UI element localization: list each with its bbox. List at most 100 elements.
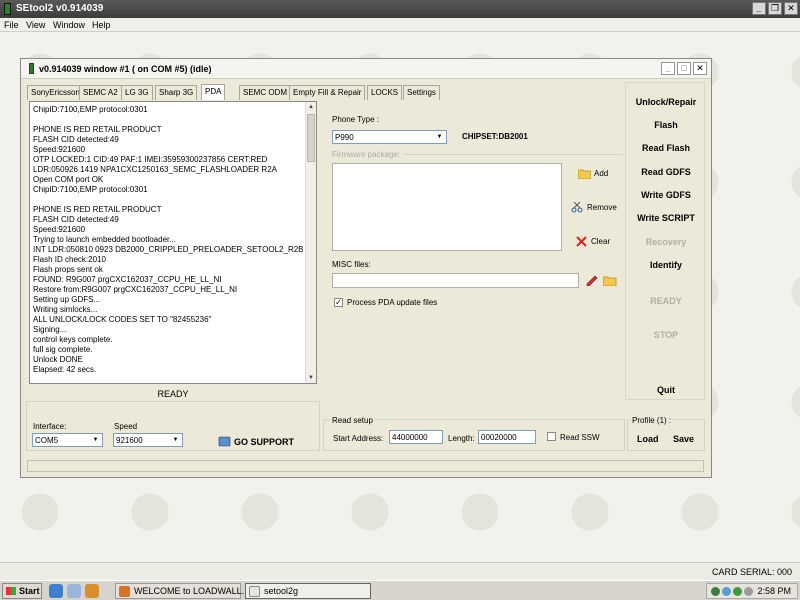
close-icon[interactable]: ✕ — [784, 2, 798, 15]
log-line: Restore from:R9G007 prgCXC162037_CCPU_HE… — [33, 285, 238, 294]
log-line: Speed:921600 — [33, 145, 86, 154]
log-line: OTP LOCKED:1 CID:49 PAF:1 IMEI:359593002… — [33, 155, 268, 164]
tab-settings[interactable]: Settings — [403, 85, 440, 100]
log-line: Flash props sent ok — [33, 265, 103, 274]
remove-label: Remove — [587, 203, 617, 212]
chevron-down-icon[interactable]: ▼ — [90, 435, 101, 445]
tool-window: v0.914039 window #1 ( on COM #5) (idle) … — [20, 58, 712, 478]
misc-files-input[interactable] — [332, 273, 579, 288]
length-input[interactable]: 00020000 — [478, 430, 536, 444]
quit-button[interactable]: Quit — [626, 385, 706, 395]
length-label: Length: — [448, 434, 475, 443]
app-icon — [4, 3, 11, 15]
speed-value: 921600 — [116, 436, 143, 445]
identify-button[interactable]: Identify — [626, 260, 706, 270]
log-line: full sig complete. — [33, 345, 93, 354]
log-scrollbar[interactable]: ▲ ▼ — [305, 102, 316, 383]
add-button[interactable]: Add — [578, 168, 608, 179]
log-line: Trying to launch embedded bootloader... — [33, 235, 176, 244]
log-line: PHONE IS RED RETAIL PRODUCT — [33, 205, 162, 214]
phone-type-select[interactable]: P990 ▼ — [332, 130, 447, 144]
read-gdfs-button[interactable]: Read GDFS — [626, 167, 706, 177]
tab-pda[interactable]: PDA — [201, 84, 226, 100]
phone-type-value: P990 — [335, 133, 354, 142]
desktop-icon[interactable] — [67, 584, 81, 598]
tab-sharp-3g[interactable]: Sharp 3G — [155, 85, 198, 100]
firmware-list[interactable] — [332, 163, 562, 251]
recovery-button[interactable]: Recovery — [626, 237, 706, 247]
chevron-down-icon[interactable]: ▼ — [434, 132, 445, 142]
edit-pencil-icon[interactable] — [585, 274, 598, 286]
read-ssw-checkbox[interactable] — [547, 432, 556, 441]
taskbar: Start WELCOME to LOADWALL... setool2g 2:… — [0, 580, 800, 600]
maximize-icon[interactable]: □ — [677, 62, 691, 75]
minimize-icon[interactable]: _ — [752, 2, 766, 15]
tool-window-title-bar: v0.914039 window #1 ( on COM #5) (idle) … — [21, 59, 711, 79]
flash-button[interactable]: Flash — [626, 120, 706, 130]
minimize-icon[interactable]: _ — [661, 62, 675, 75]
task-label: WELCOME to LOADWALL... — [134, 586, 250, 596]
menu-view[interactable]: View — [26, 20, 45, 30]
unlock-repair-button[interactable]: Unlock/Repair — [626, 97, 706, 107]
task-setool2g[interactable]: setool2g — [245, 583, 371, 599]
app-window-controls: _ ❐ ✕ — [752, 2, 798, 15]
card-serial-bar: CARD SERIAL: 000 — [0, 562, 800, 580]
tab-lg-3g[interactable]: LG 3G — [121, 85, 153, 100]
read-flash-button[interactable]: Read Flash — [626, 143, 706, 153]
write-gdfs-button[interactable]: Write GDFS — [626, 190, 706, 200]
write-script-button[interactable]: Write SCRIPT — [626, 213, 706, 223]
app-title: SEtool2 v0.914039 — [16, 3, 104, 14]
tool-window-controls: _ □ ✕ — [661, 62, 707, 75]
tab-locks[interactable]: LOCKS — [367, 85, 403, 100]
menu-file[interactable]: File — [4, 20, 19, 30]
profile-label: Profile (1) : — [630, 416, 674, 425]
tab-empty-fill-repair[interactable]: Empty Fill & Repair — [289, 85, 366, 100]
interface-select[interactable]: COM5 ▼ — [32, 433, 103, 447]
menu-window[interactable]: Window — [53, 20, 85, 30]
scroll-down-icon[interactable]: ▼ — [306, 373, 316, 383]
status-text: READY — [157, 389, 189, 399]
scroll-up-icon[interactable]: ▲ — [306, 102, 316, 112]
save-button[interactable]: Save — [673, 434, 694, 444]
start-button[interactable]: Start — [2, 583, 42, 599]
restore-icon[interactable]: ❐ — [768, 2, 782, 15]
log-line: INT LDR:050810 0923 DB2000_CRIPPLED_PREL… — [33, 245, 304, 254]
tab-semc-a2[interactable]: SEMC A2 — [79, 85, 122, 100]
chevron-down-icon[interactable]: ▼ — [170, 435, 181, 445]
remove-button[interactable]: Remove — [571, 202, 617, 213]
read-ssw-label: Read SSW — [560, 433, 600, 442]
close-icon[interactable]: ✕ — [693, 62, 707, 75]
tab-semc-odm[interactable]: SEMC ODM — [239, 85, 291, 100]
start-address-input[interactable]: 44000000 — [389, 430, 443, 444]
scroll-thumb[interactable] — [307, 114, 315, 162]
speed-select[interactable]: 921600 ▼ — [113, 433, 183, 447]
misc-files-label: MISC files: — [332, 260, 371, 269]
process-pda-checkbox[interactable]: ✓ — [334, 298, 343, 307]
stop-button[interactable]: STOP — [626, 330, 706, 340]
tab-sonyericsson[interactable]: SonyEricsson — [27, 85, 84, 100]
app-icon — [249, 586, 260, 597]
firefox-icon — [119, 586, 130, 597]
log-line: Elapsed: 42 secs. — [33, 365, 97, 374]
ie-icon[interactable] — [49, 584, 63, 598]
log-output[interactable]: ChipID:7100,EMP protocol:0301 PHONE IS R… — [29, 101, 317, 384]
interface-value: COM5 — [35, 436, 59, 445]
log-line: LDR:050926 1419 NPA1CXC1250163_SEMC_FLAS… — [33, 165, 277, 174]
status-strip — [27, 460, 704, 472]
tray-icon[interactable] — [711, 587, 720, 596]
tray-icon[interactable] — [744, 587, 753, 596]
folder-open-icon[interactable] — [603, 275, 617, 286]
go-support-label: GO SUPPORT — [234, 436, 295, 447]
ready-indicator: READY — [650, 296, 682, 306]
media-icon[interactable] — [85, 584, 99, 598]
log-line: Open COM port OK — [33, 175, 104, 184]
log-line: Setting up GDFS... — [33, 295, 101, 304]
load-button[interactable]: Load — [637, 434, 659, 444]
tray-icon[interactable] — [733, 587, 742, 596]
clear-button[interactable]: Clear — [575, 236, 610, 247]
clock: 2:58 PM — [757, 586, 791, 596]
tray-icon[interactable] — [722, 587, 731, 596]
menu-help[interactable]: Help — [92, 20, 111, 30]
task-loadwall[interactable]: WELCOME to LOADWALL... — [115, 583, 249, 599]
go-support-button[interactable]: GO SUPPORT — [218, 436, 294, 447]
